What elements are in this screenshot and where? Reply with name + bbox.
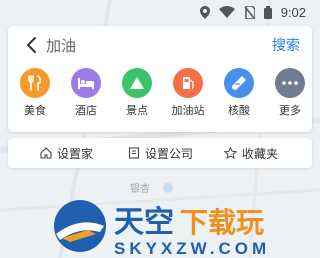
search-button[interactable]: 搜索 bbox=[272, 35, 300, 55]
category-gas-station[interactable]: 加油站 bbox=[164, 68, 212, 128]
bed-icon bbox=[71, 68, 101, 98]
location-icon bbox=[199, 5, 210, 19]
home-icon bbox=[40, 147, 52, 159]
category-label: 酒店 bbox=[75, 104, 97, 117]
star-icon bbox=[224, 147, 237, 159]
category-label: 核酸 bbox=[228, 104, 250, 117]
status-bar: 9:02 bbox=[0, 0, 320, 24]
wifi-icon bbox=[218, 6, 235, 18]
category-label: 加油站 bbox=[171, 104, 205, 117]
fuel-pump-icon bbox=[173, 68, 203, 98]
category-label: 更多 bbox=[279, 104, 301, 117]
plane-emblem-icon bbox=[54, 200, 106, 252]
category-attractions[interactable]: 景点 bbox=[113, 68, 161, 128]
set-home-button[interactable]: 设置家 bbox=[40, 138, 93, 168]
fork-knife-icon bbox=[20, 68, 50, 98]
back-arrow-icon[interactable] bbox=[20, 34, 42, 56]
shortcuts-bar: 设置家 设置公司 收藏夹 bbox=[8, 138, 312, 168]
set-company-button[interactable]: 设置公司 bbox=[128, 138, 193, 168]
battery-icon bbox=[263, 5, 272, 19]
watermark-title: 天空 bbox=[114, 205, 174, 240]
map-place-label: 银杏 bbox=[130, 184, 150, 195]
category-covid-test[interactable]: 核酸 bbox=[215, 68, 263, 128]
set-company-label: 设置公司 bbox=[145, 146, 194, 161]
category-hotel[interactable]: 酒店 bbox=[62, 68, 110, 128]
test-tube-icon bbox=[224, 68, 254, 98]
search-input[interactable]: 加油 bbox=[46, 35, 76, 56]
mountain-icon bbox=[122, 68, 152, 98]
category-label: 景点 bbox=[126, 104, 148, 117]
watermark-title-accent: 下载玩 bbox=[180, 206, 264, 239]
set-home-label: 设置家 bbox=[57, 146, 94, 161]
building-icon bbox=[128, 147, 140, 159]
watermark-url: SKYXZW.COM bbox=[114, 239, 270, 258]
category-food[interactable]: 美食 bbox=[11, 68, 59, 128]
search-row: 加油 搜索 bbox=[8, 26, 312, 64]
clock: 9:02 bbox=[280, 4, 306, 20]
watermark-logo: 天空 下载玩 SKYXZW.COM bbox=[54, 200, 270, 258]
favorites-button[interactable]: 收藏夹 bbox=[224, 138, 278, 168]
category-more[interactable]: 更多 bbox=[266, 68, 314, 128]
category-row: 美食 酒店 景点 加油站 核酸 更多 bbox=[8, 68, 312, 128]
favorites-label: 收藏夹 bbox=[242, 146, 279, 161]
search-card: 加油 搜索 美食 酒店 景点 加油站 核酸 更多 bbox=[8, 26, 312, 132]
no-sim-icon bbox=[244, 5, 255, 19]
category-label: 美食 bbox=[24, 104, 46, 117]
more-dots-icon bbox=[275, 68, 305, 98]
